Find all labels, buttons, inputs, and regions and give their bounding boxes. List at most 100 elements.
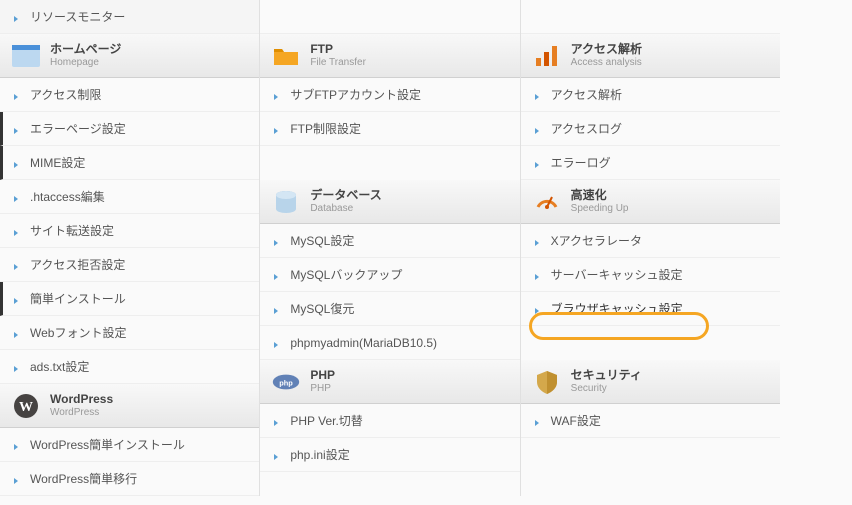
spacer [260,146,519,180]
bullet-icon [14,91,22,99]
bullet-icon [535,125,543,133]
header-security: セキュリティ Security [521,360,780,404]
header-title: PHP [310,368,335,382]
item-label: PHP Ver.切替 [290,412,362,429]
bullet-icon [535,91,543,99]
header-subtitle: WordPress [50,407,113,419]
item-resource-monitor[interactable]: リソースモニター [0,0,259,34]
item-php-ver[interactable]: PHP Ver.切替 [260,404,519,438]
item-php-ini[interactable]: php.ini設定 [260,438,519,472]
bullet-icon [535,159,543,167]
item-label: MySQL復元 [290,300,354,317]
analysis-icon [533,42,561,70]
item-label: サーバーキャッシュ設定 [551,266,683,283]
item-label: MIME設定 [30,154,85,171]
php-icon: php [272,368,300,396]
item-browser-cache[interactable]: ブラウザキャッシュ設定 [521,292,780,326]
item-sub-ftp[interactable]: サブFTPアカウント設定 [260,78,519,112]
item-easy-install[interactable]: 簡単インストール [0,282,259,316]
security-icon [533,368,561,396]
item-mysql-backup[interactable]: MySQLバックアップ [260,258,519,292]
svg-text:php: php [280,378,294,387]
bullet-icon [535,271,543,279]
item-label: エラーログ [551,154,611,171]
header-php: php PHP PHP [260,360,519,404]
item-webfont[interactable]: Webフォント設定 [0,316,259,350]
panel-container: リソースモニター ホームページ Homepage アクセス制限 エラーページ設定… [0,0,780,496]
item-wp-migrate[interactable]: WordPress簡単移行 [0,462,259,496]
item-waf[interactable]: WAF設定 [521,404,780,438]
item-mime[interactable]: MIME設定 [0,146,259,180]
column-1: リソースモニター ホームページ Homepage アクセス制限 エラーページ設定… [0,0,260,496]
header-analysis: アクセス解析 Access analysis [521,34,780,78]
item-mysql-settings[interactable]: MySQL設定 [260,224,519,258]
header-subtitle: PHP [310,383,335,395]
header-title: WordPress [50,392,113,406]
item-label: WordPress簡単移行 [30,470,137,487]
bullet-icon [14,363,22,371]
header-title: FTP [310,42,366,56]
item-access-analysis[interactable]: アクセス解析 [521,78,780,112]
item-label: FTP制限設定 [290,120,361,137]
header-title: アクセス解析 [571,42,642,56]
item-server-cache[interactable]: サーバーキャッシュ設定 [521,258,780,292]
item-x-accelerator[interactable]: Xアクセラレータ [521,224,780,258]
item-phpmyadmin[interactable]: phpmyadmin(MariaDB10.5) [260,326,519,360]
item-access-log[interactable]: アクセスログ [521,112,780,146]
bullet-icon [274,271,282,279]
header-title: セキュリティ [571,368,642,382]
item-access-limit[interactable]: アクセス制限 [0,78,259,112]
bullet-icon [535,305,543,313]
bullet-icon [14,125,22,133]
bullet-icon [14,295,22,303]
header-subtitle: Access analysis [571,57,642,69]
item-label: phpmyadmin(MariaDB10.5) [290,336,437,350]
homepage-icon [12,42,40,70]
item-wp-install[interactable]: WordPress簡単インストール [0,428,259,462]
item-label: php.ini設定 [290,446,349,463]
bullet-icon [14,227,22,235]
item-htaccess[interactable]: .htaccess編集 [0,180,259,214]
bullet-icon [14,13,22,21]
item-label: 簡単インストール [30,290,126,307]
bullet-icon [14,475,22,483]
header-subtitle: File Transfer [310,57,366,69]
item-error-page[interactable]: エラーページ設定 [0,112,259,146]
bullet-icon [274,339,282,347]
wordpress-icon: W [12,392,40,420]
speedup-icon [533,188,561,216]
bullet-icon [274,417,282,425]
item-ads-txt[interactable]: ads.txt設定 [0,350,259,384]
bullet-icon [535,237,543,245]
bullet-icon [535,417,543,425]
item-label: ブラウザキャッシュ設定 [551,300,683,317]
item-error-log[interactable]: エラーログ [521,146,780,180]
item-label: サイト転送設定 [30,222,114,239]
header-homepage: ホームページ Homepage [0,34,259,78]
item-access-deny[interactable]: アクセス拒否設定 [0,248,259,282]
header-subtitle: Homepage [50,57,121,69]
header-title: データベース [310,188,381,202]
header-subtitle: Speeding Up [571,203,629,215]
header-ftp: FTP File Transfer [260,34,519,78]
item-ftp-limit[interactable]: FTP制限設定 [260,112,519,146]
column-3: アクセス解析 Access analysis アクセス解析 アクセスログ エラー… [521,0,780,496]
header-database: データベース Database [260,180,519,224]
header-subtitle: Security [571,383,642,395]
spacer [260,0,519,34]
bullet-icon [14,193,22,201]
item-mysql-restore[interactable]: MySQL復元 [260,292,519,326]
header-title: 高速化 [571,188,629,202]
ftp-icon [272,42,300,70]
bullet-icon [14,441,22,449]
bullet-icon [274,91,282,99]
header-subtitle: Database [310,203,381,215]
item-site-forward[interactable]: サイト転送設定 [0,214,259,248]
bullet-icon [274,451,282,459]
header-speedup: 高速化 Speeding Up [521,180,780,224]
item-label: WordPress簡単インストール [30,436,185,453]
spacer [521,326,780,360]
item-label: Xアクセラレータ [551,232,642,249]
bullet-icon [14,159,22,167]
item-label: .htaccess編集 [30,188,105,205]
